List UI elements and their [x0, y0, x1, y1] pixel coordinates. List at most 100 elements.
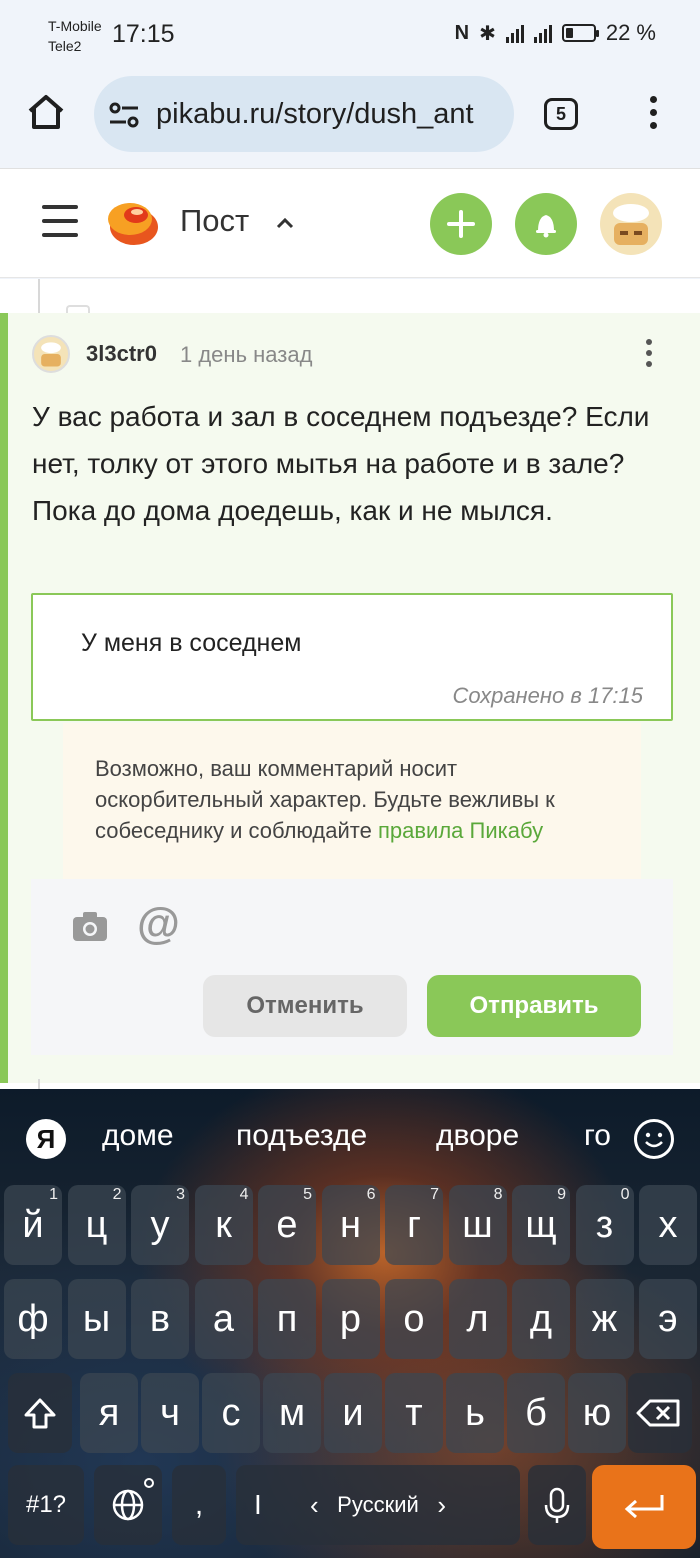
rules-link[interactable]: правила Пикабу	[378, 818, 543, 843]
suggestion[interactable]: го	[584, 1119, 618, 1153]
battery-percent: 22 %	[605, 20, 656, 45]
suggestion[interactable]: доме	[102, 1119, 174, 1153]
key-label: г	[407, 1204, 421, 1246]
key-к[interactable]: к4	[194, 1185, 253, 1265]
symbols-key[interactable]: #1?	[8, 1465, 84, 1545]
key-ш[interactable]: ш8	[448, 1185, 507, 1265]
user-avatar[interactable]	[600, 193, 662, 255]
language-switch-key[interactable]	[94, 1465, 162, 1545]
draft-saved-status: Сохранено в 17:15	[452, 683, 643, 708]
cancel-button[interactable]: Отменить	[203, 975, 407, 1037]
collapsed-comment-toggle[interactable]	[66, 305, 90, 313]
key-ь[interactable]: ь	[446, 1373, 504, 1453]
language-next-icon: ›	[437, 1490, 446, 1520]
camera-icon[interactable]	[71, 909, 109, 943]
key-э[interactable]: э	[639, 1279, 697, 1359]
key-ф[interactable]: ф	[4, 1279, 62, 1359]
enter-key[interactable]	[592, 1465, 696, 1549]
key-label: й	[22, 1204, 44, 1246]
comment: 3l3ctr0 1 день назад У вас работа и зал …	[0, 313, 700, 1083]
key-п[interactable]: п	[258, 1279, 316, 1359]
comment-more-icon[interactable]	[644, 339, 654, 373]
key-о[interactable]: о	[385, 1279, 443, 1359]
key-х[interactable]: х	[639, 1185, 697, 1265]
comment-author[interactable]: 3l3ctr0	[86, 341, 157, 367]
key-label: щ	[525, 1204, 557, 1246]
bluetooth-icon: ✱	[479, 22, 496, 45]
key-label: к	[215, 1204, 232, 1246]
create-post-button[interactable]	[430, 193, 492, 255]
key-м[interactable]: м	[263, 1373, 321, 1453]
key-label: е	[276, 1204, 298, 1246]
onscreen-keyboard: Я доме подъезде дворе го й1ц2у3к4е5н6г7ш…	[0, 1089, 700, 1558]
key-label: ф	[17, 1298, 49, 1340]
key-hint: 0	[620, 1186, 630, 1203]
home-icon[interactable]	[26, 92, 66, 132]
key-щ[interactable]: щ9	[512, 1185, 570, 1265]
signal-icon	[533, 23, 552, 43]
key-р[interactable]: р	[321, 1279, 380, 1359]
carrier-names: T-Mobile Tele2	[48, 16, 102, 56]
shift-key[interactable]	[8, 1373, 72, 1453]
key-label: ч	[160, 1392, 180, 1434]
reply-toolbar: @ Отменить Отправить	[31, 879, 673, 1055]
suggestion[interactable]: дворе	[436, 1119, 519, 1153]
browser-menu-icon[interactable]	[646, 96, 660, 132]
key-label: я	[98, 1392, 120, 1434]
key-label: м	[278, 1392, 306, 1434]
pikabu-logo[interactable]	[106, 197, 160, 249]
key-з[interactable]: з0	[575, 1185, 634, 1265]
key-е[interactable]: е5	[258, 1185, 316, 1265]
thread-line	[38, 279, 40, 313]
signal-4g-icon	[505, 23, 524, 43]
comment-author-avatar[interactable]	[32, 335, 70, 373]
key-в[interactable]: в	[131, 1279, 189, 1359]
spacebar[interactable]: I ‹ Русский ›	[236, 1465, 520, 1545]
site-header: Пост	[0, 168, 700, 278]
key-я[interactable]: я	[80, 1373, 138, 1453]
key-т[interactable]: т	[385, 1373, 443, 1453]
status-icons: N ✱ 22 %	[455, 20, 656, 46]
key-л[interactable]: л	[448, 1279, 507, 1359]
reply-editor[interactable]: У меня в соседнем Сохранено в 17:15	[31, 593, 673, 721]
key-а[interactable]: а	[194, 1279, 253, 1359]
key-label: э	[658, 1298, 678, 1340]
chevron-up-icon[interactable]	[276, 217, 294, 229]
key-д[interactable]: д	[512, 1279, 570, 1359]
key-ч[interactable]: ч	[141, 1373, 199, 1453]
key-ц[interactable]: ц2	[67, 1185, 126, 1265]
key-ж[interactable]: ж	[575, 1279, 634, 1359]
status-bar: T-Mobile Tele2 17:15 N ✱ 22 %	[0, 0, 700, 70]
key-и[interactable]: и	[324, 1373, 382, 1453]
key-hint: 6	[366, 1186, 376, 1203]
key-ы[interactable]: ы	[67, 1279, 126, 1359]
key-ю[interactable]: ю	[568, 1373, 626, 1453]
key-б[interactable]: б	[507, 1373, 565, 1453]
tab-switcher-button[interactable]: 5	[544, 98, 578, 130]
voice-input-key[interactable]	[528, 1465, 586, 1545]
key-й[interactable]: й1	[4, 1185, 62, 1265]
key-н[interactable]: н6	[321, 1185, 380, 1265]
key-с[interactable]: с	[202, 1373, 260, 1453]
send-button[interactable]: Отправить	[427, 975, 641, 1037]
backspace-key[interactable]	[628, 1373, 692, 1453]
comment-time[interactable]: 1 день назад	[180, 342, 312, 368]
page-title[interactable]: Пост	[180, 203, 249, 239]
emoji-icon[interactable]	[634, 1119, 674, 1159]
key-label: а	[212, 1298, 235, 1340]
key-label: с	[221, 1392, 241, 1434]
reply-input-text[interactable]: У меня в соседнем	[81, 629, 301, 658]
comma-key[interactable]: ,	[172, 1465, 226, 1545]
mention-icon[interactable]: @	[137, 899, 180, 949]
url-text[interactable]: pikabu.ru/story/dush_ant	[156, 98, 498, 131]
address-bar[interactable]: pikabu.ru/story/dush_ant	[94, 76, 514, 152]
avatar-icon	[41, 342, 61, 367]
suggestion[interactable]: подъезде	[236, 1119, 367, 1153]
site-settings-icon[interactable]	[108, 100, 140, 130]
hamburger-menu-icon[interactable]	[42, 205, 78, 239]
key-у[interactable]: у3	[131, 1185, 189, 1265]
moderation-warning: Возможно, ваш комментарий носит оскорбит…	[63, 723, 641, 879]
key-г[interactable]: г7	[385, 1185, 443, 1265]
notifications-button[interactable]	[515, 193, 577, 255]
yandex-keyboard-logo[interactable]: Я	[26, 1119, 66, 1159]
